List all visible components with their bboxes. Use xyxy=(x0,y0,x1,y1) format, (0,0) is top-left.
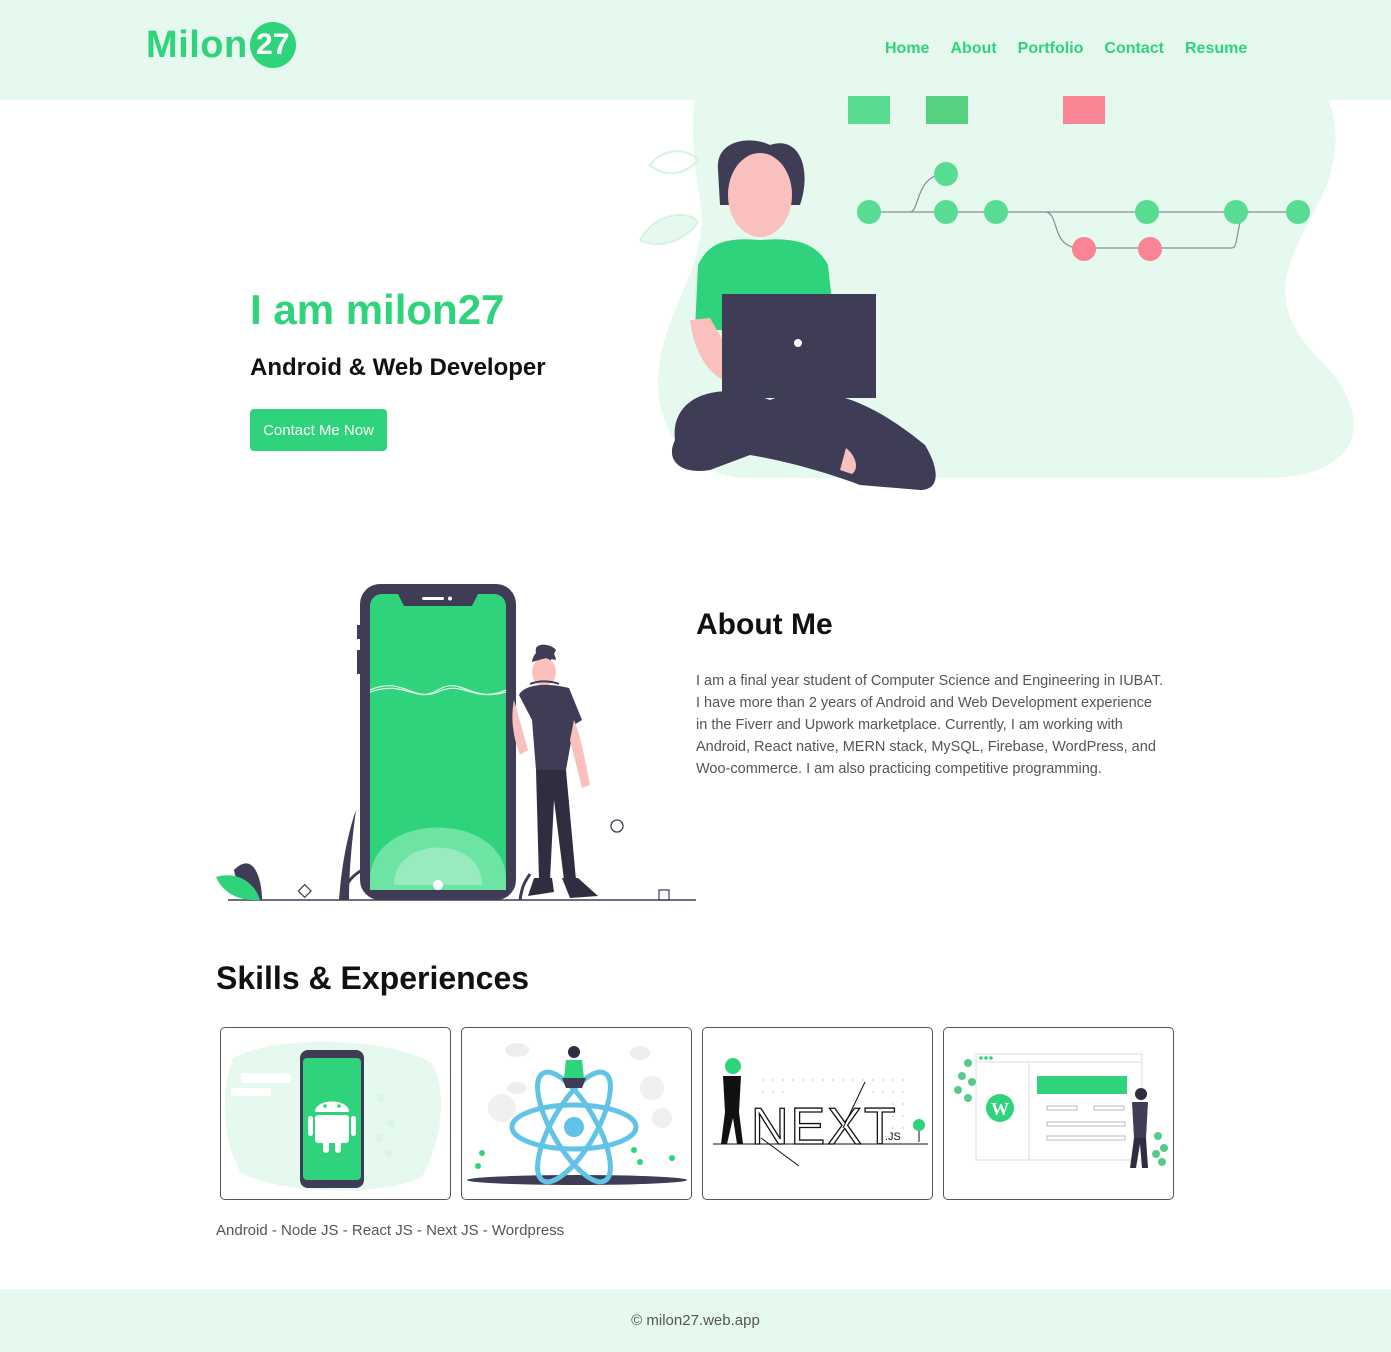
skills-title: Skills & Experiences xyxy=(216,960,530,996)
logo-badge: 27 xyxy=(249,22,296,68)
hero-illustration xyxy=(638,0,1354,490)
nav-home[interactable]: Home xyxy=(885,40,929,58)
about-text: I am a final year student of Computer Sc… xyxy=(696,673,1164,777)
box-1 xyxy=(848,96,890,124)
nav-about[interactable]: About xyxy=(950,40,996,58)
main-nav: Home About Portfolio Contact Resume xyxy=(885,40,1268,58)
hero-subtitle: Android & Web Developer xyxy=(250,354,546,381)
skills-list: Android - Node JS - React JS - Next JS -… xyxy=(216,1222,565,1239)
hero-title: I am milon27 xyxy=(250,286,505,333)
nextjs-logo-suffix: .JS xyxy=(885,1131,901,1143)
skill-card-nextjs[interactable]: NEXT .JS xyxy=(702,1027,933,1200)
logo[interactable]: Milon 27 xyxy=(146,22,296,68)
box-3 xyxy=(1063,96,1105,124)
svg-text:W: W xyxy=(991,1099,1009,1119)
site-footer: © milon27.web.app xyxy=(0,1289,1391,1352)
skill-card-react[interactable] xyxy=(461,1027,692,1200)
react-illustration xyxy=(467,1043,687,1185)
logo-text: Milon xyxy=(146,23,248,66)
footer-text: © milon27.web.app xyxy=(631,1312,760,1329)
nav-contact[interactable]: Contact xyxy=(1104,40,1164,58)
leaf-top xyxy=(648,150,700,175)
skill-cards: NEXT .JS W xyxy=(220,1027,1174,1200)
contact-me-button[interactable]: Contact Me Now xyxy=(250,409,387,451)
skill-card-android[interactable] xyxy=(220,1027,451,1200)
about-title: About Me xyxy=(696,608,833,641)
nav-resume[interactable]: Resume xyxy=(1185,40,1247,58)
about-illustration xyxy=(216,584,696,901)
leaf-bottom xyxy=(638,214,700,245)
skill-card-wordpress[interactable]: W xyxy=(943,1027,1174,1200)
nextjs-illustration: NEXT .JS xyxy=(713,1058,928,1167)
nav-portfolio[interactable]: Portfolio xyxy=(1018,40,1084,58)
wordpress-illustration: W xyxy=(954,1053,1168,1168)
android-illustration xyxy=(224,1041,442,1191)
person-face xyxy=(728,153,792,237)
box-2 xyxy=(926,96,968,124)
